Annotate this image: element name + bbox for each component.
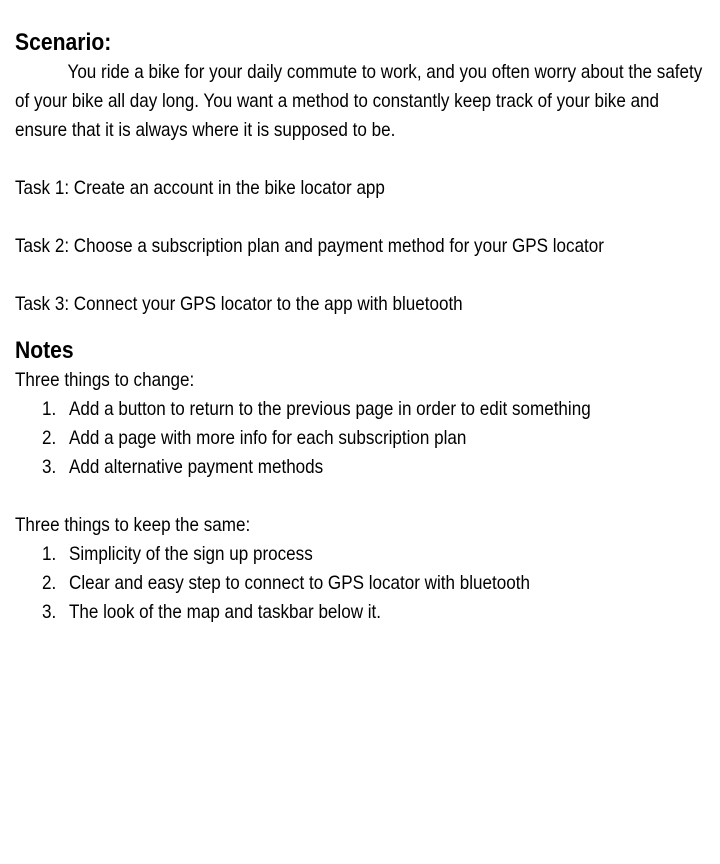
task-1: Task 1: Create an account in the bike lo… xyxy=(15,177,385,199)
list-number: 1. xyxy=(42,398,57,420)
list-number: 3. xyxy=(42,601,57,623)
list-item: 2. Add a page with more info for each su… xyxy=(15,424,720,453)
list-number: 3. xyxy=(42,456,57,478)
document-page: Scenario: You ride a bike for your daily… xyxy=(0,0,720,864)
change-list-intro: Three things to change: xyxy=(15,369,195,391)
notes-heading: Notes xyxy=(15,337,74,364)
list-text: Add a page with more info for each subsc… xyxy=(69,427,467,449)
list-number: 2. xyxy=(42,427,57,449)
list-item: 3. The look of the map and taskbar below… xyxy=(15,598,720,627)
list-item: 1. Simplicity of the sign up process xyxy=(15,540,720,569)
keep-list: 1. Simplicity of the sign up process 2. … xyxy=(15,540,720,627)
list-text: Simplicity of the sign up process xyxy=(69,543,313,565)
scenario-paragraph: You ride a bike for your daily commute t… xyxy=(15,58,706,145)
scenario-heading: Scenario: xyxy=(15,29,112,56)
change-list: 1. Add a button to return to the previou… xyxy=(15,395,720,482)
keep-list-intro: Three things to keep the same: xyxy=(15,514,251,536)
list-item: 2. Clear and easy step to connect to GPS… xyxy=(15,569,720,598)
list-text: Add a button to return to the previous p… xyxy=(69,398,591,420)
list-item: 1. Add a button to return to the previou… xyxy=(15,395,720,424)
list-text: Clear and easy step to connect to GPS lo… xyxy=(69,572,530,594)
list-text: Add alternative payment methods xyxy=(69,456,324,478)
list-number: 1. xyxy=(42,543,57,565)
scenario-body: You ride a bike for your daily commute t… xyxy=(15,61,703,141)
task-2: Task 2: Choose a subscription plan and p… xyxy=(15,235,604,257)
list-text: The look of the map and taskbar below it… xyxy=(69,601,382,623)
list-item: 3. Add alternative payment methods xyxy=(15,453,720,482)
list-number: 2. xyxy=(42,572,57,594)
task-3: Task 3: Connect your GPS locator to the … xyxy=(15,293,463,315)
